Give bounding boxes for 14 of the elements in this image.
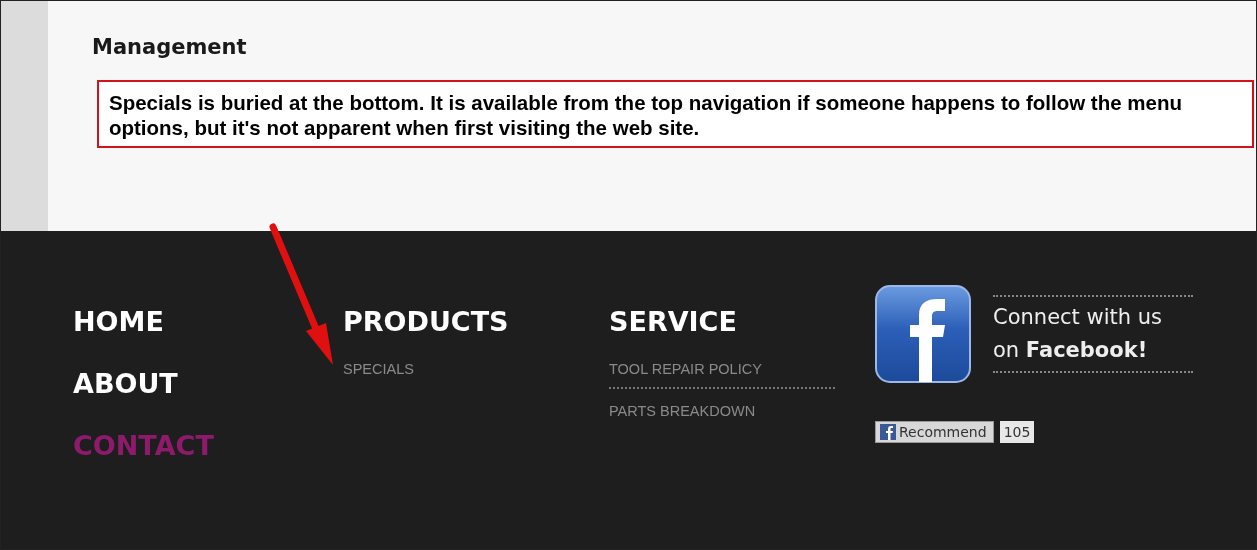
facebook-connect-text[interactable]: Connect with us on Facebook! — [993, 295, 1193, 373]
facebook-logo-icon[interactable] — [875, 285, 971, 383]
annotation-note: Specials is buried at the bottom. It is available from the top navigation if someone happens to follow the menu options, but it's not apparent when first visiting the web site. — [97, 80, 1254, 148]
column-heading: SERVICE — [609, 305, 738, 339]
footer-link[interactable]: PARTS BREAKDOWN — [609, 387, 835, 429]
recommend-count: 105 — [999, 421, 1035, 443]
recommend-button[interactable]: Recommend — [875, 421, 994, 443]
section-title: Management — [92, 35, 248, 59]
footer-nav-link[interactable]: ABOUT — [73, 363, 343, 405]
footer-nav-link[interactable]: HOME — [73, 301, 343, 343]
footer-link[interactable]: SPECIALS — [343, 355, 569, 387]
footer-link[interactable]: TOOL REPAIR POLICY — [609, 355, 835, 387]
column-heading: PRODUCTS — [343, 305, 510, 339]
facebook-f-icon — [880, 424, 896, 440]
